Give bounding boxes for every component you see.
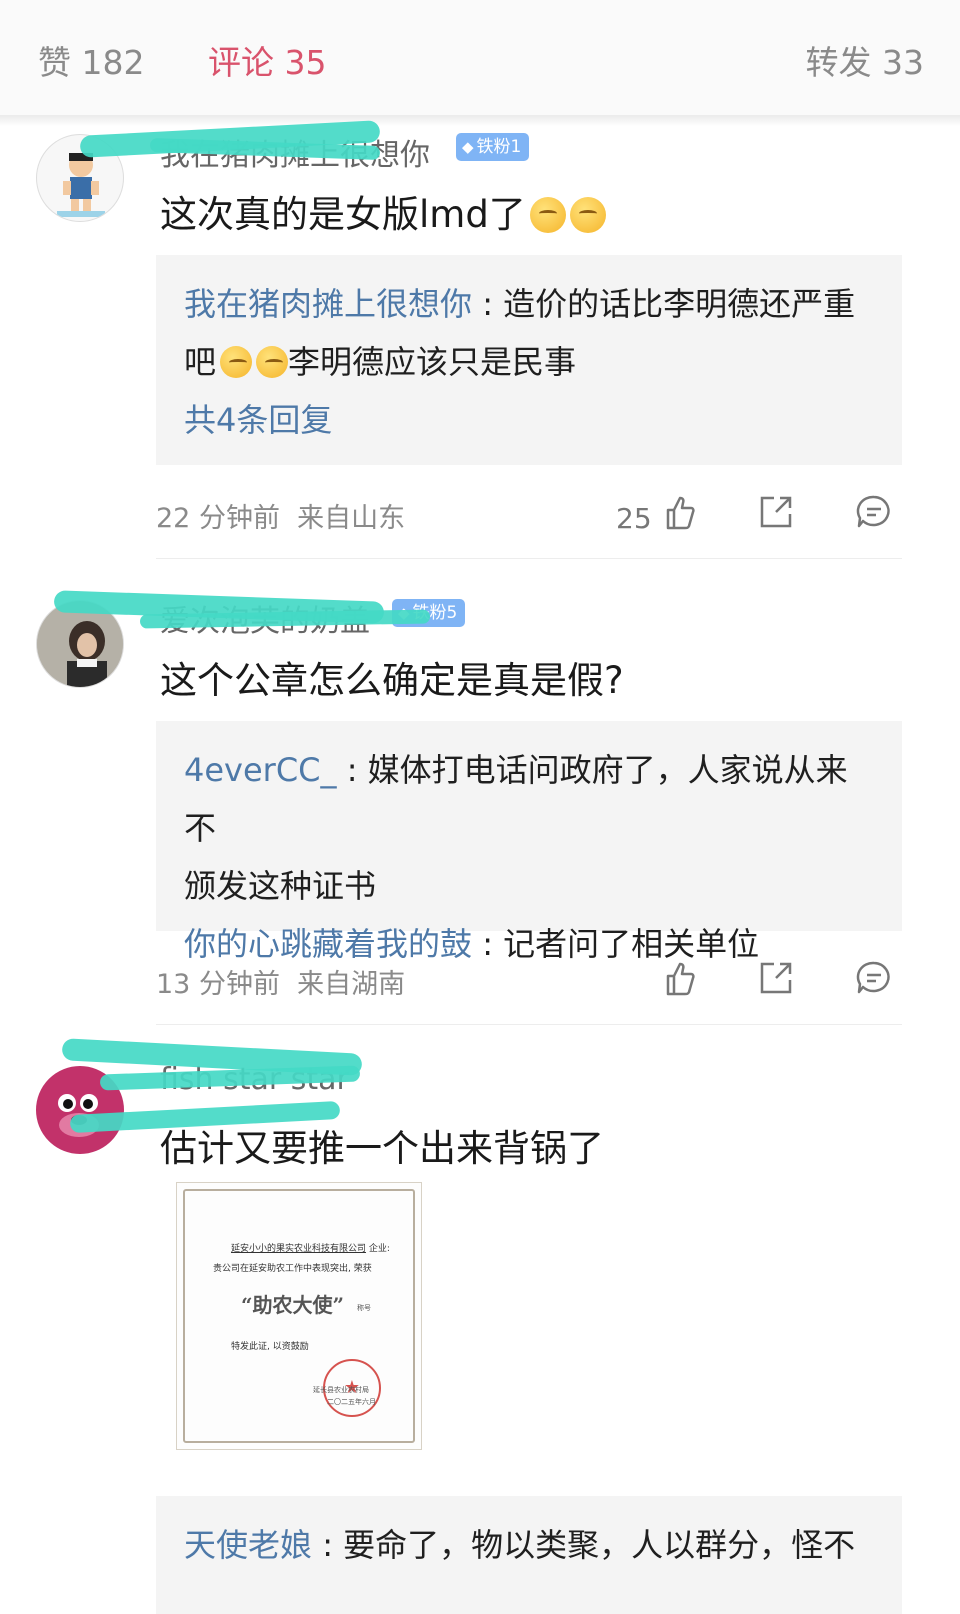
reply-username[interactable]: 4everCC_ [184, 751, 337, 789]
certificate-image[interactable]: 延安小小的果实农业科技有限公司 企业: 贵公司在延安助农工作中表现突出, 荣获 … [176, 1182, 422, 1450]
comment-text-content: 这次真的是女版lmd了 [160, 193, 526, 236]
reply-username[interactable]: 我在猪肉摊上很想你 [184, 285, 472, 323]
reply-text: 吧 [184, 343, 217, 381]
certificate-body-line: 贵公司在延安助农工作中表现突出, 荣获 [213, 1264, 372, 1274]
smirk-emoji-icon [529, 197, 566, 233]
reply-item-continued: 吧 李明德应该只是民事 [184, 333, 874, 391]
comment-text: 这次真的是女版lmd了 [160, 184, 606, 238]
thumbs-up-icon[interactable] [658, 956, 702, 1000]
reply-text: 要命了，物以类聚，人以群分，怪不 [343, 1526, 856, 1564]
smirk-emoji-icon [220, 346, 253, 378]
comment-bubble-icon[interactable] [852, 490, 896, 534]
comment-actions: 25 [0, 490, 960, 540]
reply-item: 4everCC_ : 媒体打电话问政府了，人家说从来不 [184, 741, 874, 857]
comment-text: 这个公章怎么确定是真是假? [160, 659, 624, 702]
like-count: 25 [616, 502, 652, 535]
certificate-title: “助农大使” [241, 1293, 345, 1317]
fan-badge-label: 铁粉1 [476, 137, 522, 157]
comment-text: 估计又要推一个出来背锅了 [160, 1127, 604, 1170]
smirk-emoji-icon [256, 346, 289, 378]
header-shadow [0, 116, 960, 126]
certificate-issuer: 延长县农业农村局 [313, 1386, 369, 1394]
reply-box[interactable]: 天使老娘 : 要命了，物以类聚，人以群分，怪不 [156, 1496, 902, 1614]
fan-badge: ◆ 铁粉1 [456, 133, 530, 161]
reply-separator: : [312, 1526, 344, 1564]
reply-box[interactable]: 4everCC_ : 媒体打电话问政府了，人家说从来不 颁发这种证书 你的心跳藏… [156, 721, 902, 963]
comment-actions [0, 956, 960, 1006]
reply-item-continued: 颁发这种证书 [184, 867, 377, 905]
share-icon[interactable] [754, 956, 798, 1000]
thumbs-up-icon[interactable] [658, 490, 702, 534]
certificate-company-suffix: 企业: [368, 1244, 390, 1254]
diamond-icon: ◆ [462, 138, 474, 156]
reply-text: 造价的话比李明德还严重 [503, 285, 856, 323]
share-icon[interactable] [754, 490, 798, 534]
certificate-title-suffix: 称号 [357, 1304, 371, 1312]
reply-text: 李明德应该只是民事 [288, 343, 577, 381]
comment-bubble-icon[interactable] [852, 956, 896, 1000]
tab-likes[interactable]: 赞 182 [38, 36, 144, 84]
tab-comments[interactable]: 评论 35 [208, 36, 326, 84]
reply-separator: : [472, 285, 504, 323]
certificate-date: 二〇二五年六月 [327, 1398, 376, 1406]
reply-item: 我在猪肉摊上很想你 : 造价的话比李明德还严重 [184, 275, 874, 333]
certificate-company: 延安小小的果实农业科技有限公司 [231, 1244, 367, 1254]
reply-item: 天使老娘 : 要命了，物以类聚，人以群分，怪不 [184, 1516, 874, 1574]
more-replies-link[interactable]: 共4条回复 [184, 391, 874, 449]
divider [156, 558, 902, 559]
certificate-closing-line: 特发此证, 以资鼓励 [231, 1342, 309, 1352]
comment-tabs-bar: 赞 182 评论 35 转发 33 [0, 0, 960, 116]
reply-box[interactable]: 我在猪肉摊上很想你 : 造价的话比李明德还严重 吧 李明德应该只是民事 共4条回复 [156, 255, 902, 465]
smirk-emoji-icon [569, 197, 606, 233]
tab-reposts[interactable]: 转发 33 [806, 36, 924, 84]
reply-separator: : [336, 751, 368, 789]
divider [156, 1024, 902, 1025]
reply-username[interactable]: 天使老娘 [184, 1526, 312, 1564]
certificate-company-line: 延安小小的果实农业科技有限公司 企业: [231, 1241, 390, 1254]
